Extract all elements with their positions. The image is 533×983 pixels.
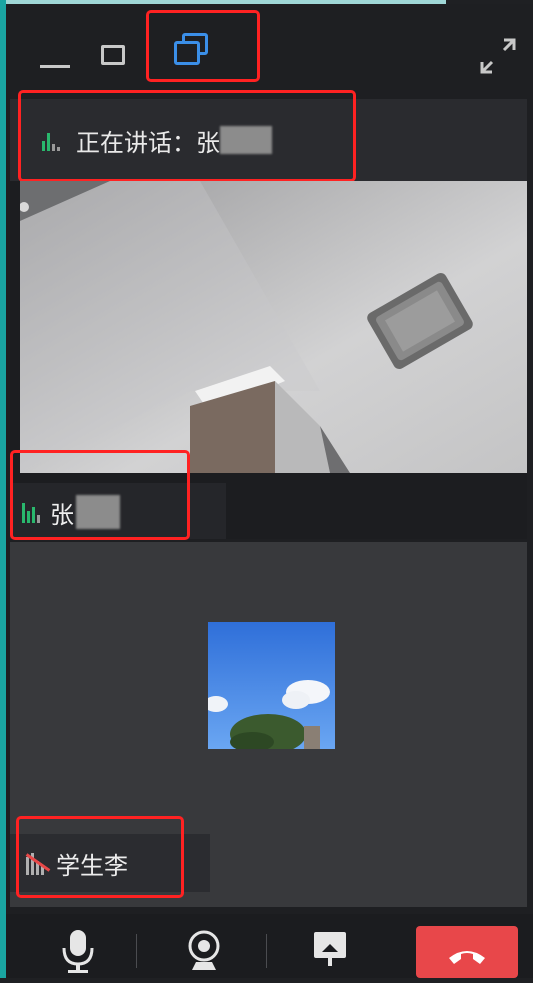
active-speaker-bar: 正在讲话：张 bbox=[10, 99, 527, 181]
minimize-icon bbox=[40, 65, 70, 68]
fullscreen-button[interactable] bbox=[470, 24, 530, 84]
redacted-name bbox=[220, 126, 272, 154]
minimize-button[interactable] bbox=[32, 24, 92, 84]
expand-icon bbox=[480, 38, 516, 74]
camera-feed bbox=[20, 181, 527, 473]
redacted-name bbox=[76, 495, 120, 529]
meeting-window: 正在讲话：张 张 学生李 bbox=[6, 4, 533, 978]
divider bbox=[136, 934, 137, 968]
webcam-icon bbox=[188, 930, 220, 970]
hang-up-button[interactable] bbox=[416, 926, 518, 978]
video-tile-participant-1[interactable]: 张 bbox=[10, 181, 527, 539]
audio-level-icon bbox=[22, 501, 42, 523]
camera-scene bbox=[20, 181, 527, 473]
avatar-image bbox=[208, 622, 335, 749]
camera-button[interactable] bbox=[184, 928, 224, 974]
participant-name-bar: 张 bbox=[10, 483, 226, 539]
maximize-icon bbox=[101, 45, 125, 65]
title-bar bbox=[6, 4, 533, 90]
participant-name: 学生李 bbox=[56, 852, 128, 880]
microphone-icon bbox=[62, 930, 94, 973]
screen-share-icon bbox=[314, 932, 346, 966]
sky-picture bbox=[208, 622, 335, 749]
video-tile-participant-2[interactable]: 学生李 bbox=[10, 542, 527, 907]
maximize-button[interactable] bbox=[92, 24, 152, 84]
call-controls bbox=[6, 914, 533, 978]
divider bbox=[266, 934, 267, 968]
hang-up-icon bbox=[449, 951, 485, 964]
microphone-button[interactable] bbox=[58, 928, 98, 974]
mic-muted-icon bbox=[25, 851, 51, 875]
audio-level-icon bbox=[42, 129, 62, 151]
participant-name-bar: 学生李 bbox=[10, 834, 210, 892]
active-speaker-label: 正在讲话：张 bbox=[76, 129, 220, 157]
participant-name: 张 bbox=[50, 501, 74, 529]
restore-button[interactable] bbox=[148, 10, 258, 86]
share-screen-button[interactable] bbox=[310, 928, 350, 974]
